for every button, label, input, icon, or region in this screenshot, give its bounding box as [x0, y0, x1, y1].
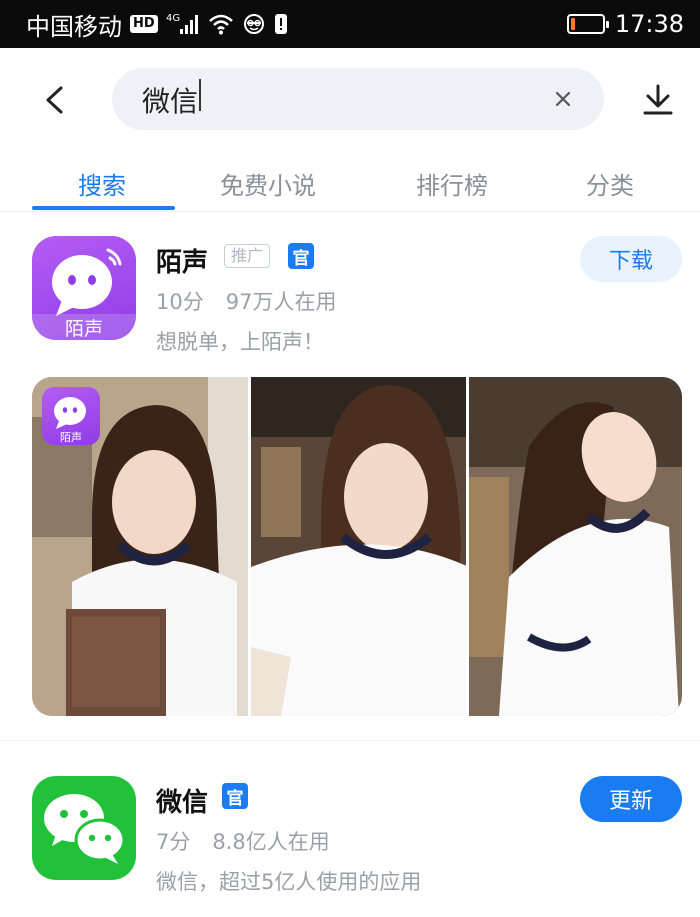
search-box[interactable]: 微信	[112, 68, 604, 130]
chat-bubble-icon: 陌声	[32, 248, 136, 340]
back-button[interactable]	[34, 80, 74, 120]
download-button[interactable]: 下载	[580, 236, 682, 282]
app-name: 微信	[156, 788, 209, 818]
section-divider	[0, 740, 700, 741]
status-bar: 中国移动 HD 4G 17:38	[0, 0, 700, 48]
hd-badge: HD	[130, 15, 158, 33]
carrier-name: 中国移动	[26, 12, 122, 41]
app-rating: 10分	[156, 290, 204, 314]
update-button[interactable]: 更新	[580, 776, 682, 822]
app-rating: 7分	[156, 830, 191, 854]
download-manager-button[interactable]	[636, 78, 680, 122]
app-result-wechat[interactable]: 微信 官 7分 8.8亿人在用 微信，超过5亿人使用的应用 更新	[0, 776, 700, 896]
clock: 17:38	[614, 10, 684, 38]
status-bar-left: 中国移动 HD 4G	[26, 7, 288, 42]
official-badge: 官	[288, 243, 314, 269]
app-description: 微信，超过5亿人使用的应用	[156, 870, 422, 894]
app-users: 97万人在用	[225, 290, 337, 314]
app-meta: 10分 97万人在用	[156, 286, 336, 316]
download-icon	[643, 84, 673, 115]
chevron-left-icon	[46, 86, 63, 114]
person-photo	[469, 377, 682, 716]
close-icon	[555, 91, 571, 107]
tab-bar: 搜索 免费小说 排行榜 分类	[0, 150, 700, 212]
chat-bubble-icon: 陌声	[54, 397, 86, 444]
app-users: 8.8亿人在用	[212, 830, 330, 854]
wechat-app-icon[interactable]	[32, 776, 136, 880]
promo-tag: 推广	[224, 244, 271, 268]
text-caret	[199, 78, 202, 111]
tab-free-novels[interactable]: 免费小说	[220, 166, 316, 201]
wifi-icon	[208, 13, 234, 35]
mosheng-icon-label: 陌声	[65, 318, 103, 340]
mosheng-app-icon[interactable]: 陌声	[32, 236, 136, 340]
app-result-mosheng[interactable]: 陌声 陌声 推广 官 10分 97万人在用 想脱单，上陌声！ 下载	[0, 236, 700, 356]
tab-rankings[interactable]: 排行榜	[416, 166, 488, 201]
tab-search[interactable]: 搜索	[78, 166, 126, 201]
banner-photo-1: 陌声	[32, 377, 248, 716]
search-input[interactable]: 微信	[142, 78, 548, 120]
battery-level	[570, 18, 576, 30]
banner-photo-2	[248, 377, 466, 716]
active-tab-indicator	[32, 206, 175, 210]
banner-icon-label: 陌声	[60, 430, 82, 444]
clear-button[interactable]	[548, 84, 578, 114]
search-header: 微信	[0, 48, 700, 150]
tab-categories[interactable]: 分类	[586, 166, 634, 201]
app-meta: 7分 8.8亿人在用	[156, 826, 330, 856]
official-badge: 官	[222, 783, 248, 809]
banner-app-icon: 陌声	[42, 387, 100, 445]
app-description: 想脱单，上陌声！	[156, 330, 324, 354]
notification-icon	[274, 13, 288, 35]
banner-photo-3	[466, 377, 682, 716]
status-bar-right: 17:38	[566, 10, 684, 38]
promo-banner[interactable]: 陌声	[32, 377, 682, 716]
face-icon	[242, 13, 266, 35]
signal-icon: 4G	[166, 12, 200, 36]
person-photo	[251, 377, 466, 716]
wechat-logo-icon	[44, 794, 126, 864]
battery-icon	[566, 14, 609, 34]
search-query: 微信	[142, 84, 199, 118]
app-name: 陌声	[156, 248, 209, 278]
network-type: 4G	[166, 13, 180, 24]
